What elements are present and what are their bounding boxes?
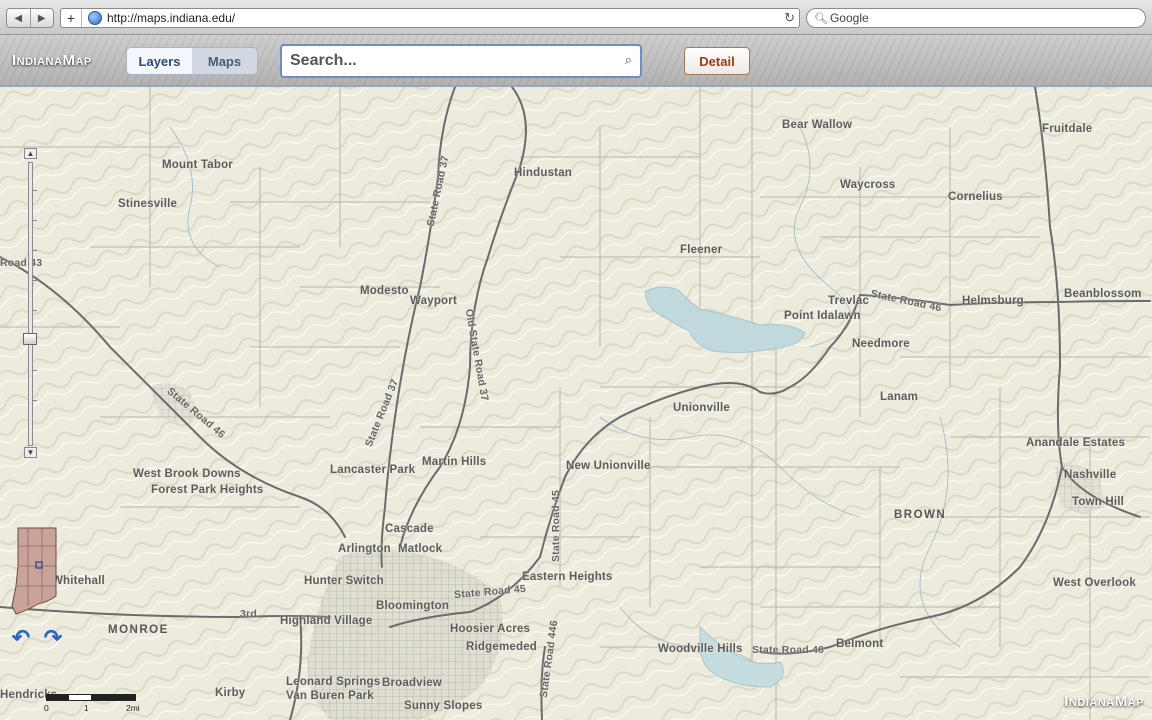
- place-label: Hunter Switch: [304, 575, 384, 587]
- place-label: Fleener: [680, 244, 723, 256]
- place-label: Anandale Estates: [1026, 437, 1126, 449]
- detail-button[interactable]: Detail: [684, 47, 750, 75]
- county-label: BROWN: [894, 509, 947, 521]
- magnifier-icon: 🔍︎: [814, 12, 828, 25]
- view-tabs: Layers Maps: [126, 47, 258, 75]
- place-label: Ridgemeded: [466, 641, 538, 653]
- history-buttons: ◀ ▶: [6, 8, 54, 28]
- reload-icon[interactable]: ↻: [784, 10, 795, 26]
- road-label: 3rd: [240, 608, 257, 620]
- place-label: Sunny Slopes: [404, 700, 483, 712]
- back-arrow-icon[interactable]: ◀: [7, 9, 30, 27]
- scale-label: 2mi: [126, 703, 140, 713]
- place-label: Mount Tabor: [162, 159, 233, 171]
- place-label: Cascade: [385, 523, 434, 535]
- map-search-input[interactable]: [290, 52, 600, 70]
- county-label: MONROE: [108, 624, 169, 636]
- place-label: Fruitdale: [1042, 123, 1093, 135]
- redo-icon[interactable]: ↷: [40, 627, 66, 649]
- browser-search-field[interactable]: 🔍︎ Google: [806, 8, 1146, 28]
- road-label: State Road 46: [752, 644, 825, 656]
- place-label: Lancaster Park: [330, 464, 416, 476]
- map-canvas: [0, 87, 1152, 720]
- place-label: Nashville: [1064, 469, 1117, 481]
- place-label: Woodville Hills: [658, 643, 743, 655]
- app-toolbar: IndianaMap Layers Maps ⌕ Detail: [0, 35, 1152, 87]
- scale-bar: 0 1 2mi: [44, 692, 140, 714]
- url-text[interactable]: http://maps.indiana.edu/: [107, 11, 235, 25]
- zoom-slider[interactable]: ▲ ▼: [23, 148, 37, 460]
- indiana-overview-map[interactable]: [8, 526, 64, 616]
- add-bookmark-button[interactable]: +: [61, 9, 82, 27]
- place-label: Wayport: [410, 295, 457, 307]
- zoom-track[interactable]: [28, 162, 33, 446]
- place-label: Broadview: [382, 677, 442, 689]
- zoom-handle[interactable]: [23, 333, 37, 345]
- zoom-in-button[interactable]: ▲: [24, 148, 37, 159]
- address-bar[interactable]: + http://maps.indiana.edu/ ↻: [60, 8, 800, 28]
- zoom-out-button[interactable]: ▼: [24, 447, 37, 458]
- place-label: Van Buren Park: [286, 690, 374, 702]
- scale-label: 0: [44, 703, 49, 713]
- app-logo: IndianaMap: [12, 52, 92, 69]
- forward-arrow-icon[interactable]: ▶: [29, 9, 54, 27]
- place-label: Cornelius: [948, 191, 1003, 203]
- place-label: Needmore: [852, 338, 910, 350]
- indianamap-watermark: IndianaMap: [1064, 693, 1144, 710]
- map-view[interactable]: Mount Tabor Stinesville Hindustan Bear W…: [0, 87, 1152, 720]
- place-label: Trevlac: [828, 295, 870, 307]
- browser-toolbar: ◀ ▶ + http://maps.indiana.edu/ ↻ 🔍︎ Goog…: [0, 0, 1152, 35]
- place-label: Helmsburg: [962, 295, 1024, 307]
- scale-label: 1: [84, 703, 89, 713]
- place-label: Beanblossom: [1064, 288, 1142, 300]
- place-label: Stinesville: [118, 198, 178, 210]
- place-label: Eastern Heights: [522, 571, 613, 583]
- place-label: Martin Hills: [422, 456, 487, 468]
- place-label: Point Idalawn: [784, 310, 861, 322]
- place-label: Modesto: [360, 285, 409, 297]
- place-label: Leonard Springs: [286, 676, 381, 688]
- place-label: Bloomington: [376, 600, 450, 612]
- road-label: State Road 45: [550, 489, 563, 563]
- place-label: Highland Village: [280, 615, 373, 627]
- place-label: Unionville: [673, 402, 730, 414]
- place-label: Kirby: [215, 687, 246, 699]
- tab-layers[interactable]: Layers: [127, 48, 192, 74]
- place-label: Belmont: [836, 638, 884, 650]
- place-label: West Overlook: [1053, 577, 1136, 589]
- search-icon[interactable]: ⌕: [625, 52, 632, 68]
- place-label: Matlock: [398, 543, 443, 555]
- place-label: Town Hill: [1072, 496, 1125, 508]
- search-engine-label: Google: [829, 11, 869, 25]
- place-label: Bear Wallow: [782, 119, 853, 131]
- place-label: Lanam: [880, 391, 919, 403]
- tab-maps[interactable]: Maps: [192, 48, 257, 74]
- place-label: Waycross: [840, 179, 896, 191]
- undo-icon[interactable]: ↶: [8, 627, 34, 649]
- place-label: New Unionville: [566, 460, 651, 472]
- map-search-box: ⌕: [280, 44, 642, 78]
- place-label: Forest Park Heights: [151, 484, 264, 496]
- place-label: Hindustan: [514, 167, 573, 179]
- place-label: Arlington: [338, 543, 391, 555]
- globe-icon: [88, 11, 102, 25]
- place-label: West Brook Downs: [133, 468, 241, 480]
- place-label: Hoosier Acres: [450, 623, 531, 635]
